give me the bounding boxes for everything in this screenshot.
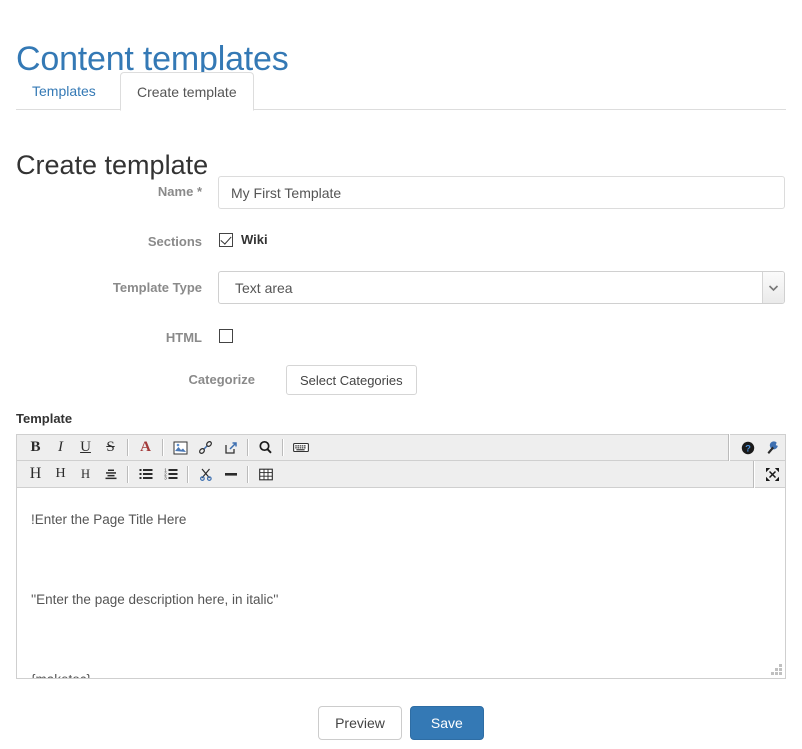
chevron-down-icon[interactable] bbox=[762, 272, 784, 303]
editor-toolbar-row-1: B I U S A bbox=[16, 434, 786, 461]
fullscreen-icon[interactable] bbox=[760, 462, 785, 487]
toolbar-divider bbox=[127, 466, 129, 483]
numbered-list-icon[interactable]: 123 bbox=[158, 462, 183, 487]
template-textarea-wrap bbox=[16, 488, 786, 679]
heading2-icon[interactable]: H bbox=[48, 462, 73, 487]
keyboard-icon[interactable] bbox=[288, 435, 313, 460]
content-templates-page: Content templates Templates Create templ… bbox=[0, 0, 802, 749]
heading3-icon[interactable]: H bbox=[73, 462, 98, 487]
section-heading: Create template bbox=[16, 148, 208, 182]
toolbar-divider bbox=[247, 439, 249, 456]
template-textarea[interactable] bbox=[16, 488, 786, 679]
name-label: Name * bbox=[0, 184, 202, 199]
preview-button[interactable]: Preview bbox=[318, 706, 402, 740]
bold-icon[interactable]: B bbox=[23, 435, 48, 460]
tab-create-template[interactable]: Create template bbox=[120, 72, 254, 111]
toolbar-divider bbox=[753, 461, 755, 488]
toolbar-divider bbox=[247, 466, 249, 483]
search-icon[interactable] bbox=[253, 435, 278, 460]
toolbar-divider bbox=[728, 434, 730, 461]
bullet-list-icon[interactable] bbox=[133, 462, 158, 487]
svg-text:?: ? bbox=[745, 443, 751, 454]
save-button[interactable]: Save bbox=[410, 706, 484, 740]
html-label: HTML bbox=[0, 330, 202, 345]
template-type-select[interactable]: Text area bbox=[218, 271, 785, 304]
template-type-label: Template Type bbox=[0, 280, 202, 295]
external-link-icon[interactable] bbox=[218, 435, 243, 460]
toolbar-divider bbox=[162, 439, 164, 456]
heading1-icon[interactable]: H bbox=[23, 462, 48, 487]
tab-templates[interactable]: Templates bbox=[16, 72, 112, 110]
table-icon[interactable] bbox=[253, 462, 278, 487]
editor-toolbar-row-1-right: ? bbox=[723, 435, 785, 460]
align-center-icon[interactable] bbox=[98, 462, 123, 487]
italic-icon[interactable]: I bbox=[48, 435, 73, 460]
categorize-label: Categorize bbox=[0, 372, 255, 387]
editor-toolbar-row-2-right bbox=[748, 461, 785, 487]
strikethrough-icon[interactable]: S bbox=[98, 435, 123, 460]
name-input[interactable] bbox=[218, 176, 785, 209]
toolbar-divider bbox=[187, 466, 189, 483]
template-type-selected-value: Text area bbox=[235, 272, 293, 303]
link-icon[interactable] bbox=[193, 435, 218, 460]
wiki-checkbox-label: Wiki bbox=[241, 232, 268, 247]
form-actions: Preview Save bbox=[0, 706, 802, 740]
select-categories-button[interactable]: Select Categories bbox=[286, 365, 417, 395]
horizontal-rule-icon[interactable] bbox=[218, 462, 243, 487]
svg-text:3: 3 bbox=[164, 475, 167, 480]
toolbar-divider bbox=[282, 439, 284, 456]
wiki-checkbox[interactable] bbox=[219, 233, 233, 247]
toolbar-divider bbox=[127, 439, 129, 456]
tab-bar: Templates Create template bbox=[16, 72, 786, 110]
text-color-icon[interactable]: A bbox=[133, 435, 158, 460]
underline-icon[interactable]: U bbox=[73, 435, 98, 460]
editor-toolbar-row-2: H H H 123 bbox=[16, 461, 786, 488]
sections-checkbox-row[interactable]: Wiki bbox=[219, 232, 268, 247]
html-checkbox[interactable] bbox=[219, 329, 233, 343]
image-icon[interactable] bbox=[168, 435, 193, 460]
wrench-icon[interactable] bbox=[760, 435, 785, 460]
html-checkbox-row[interactable] bbox=[219, 329, 233, 343]
wiki-editor: B I U S A bbox=[16, 434, 786, 679]
sections-label: Sections bbox=[0, 234, 202, 249]
cut-icon[interactable] bbox=[193, 462, 218, 487]
help-icon[interactable]: ? bbox=[735, 435, 760, 460]
template-field-label: Template bbox=[16, 411, 72, 426]
